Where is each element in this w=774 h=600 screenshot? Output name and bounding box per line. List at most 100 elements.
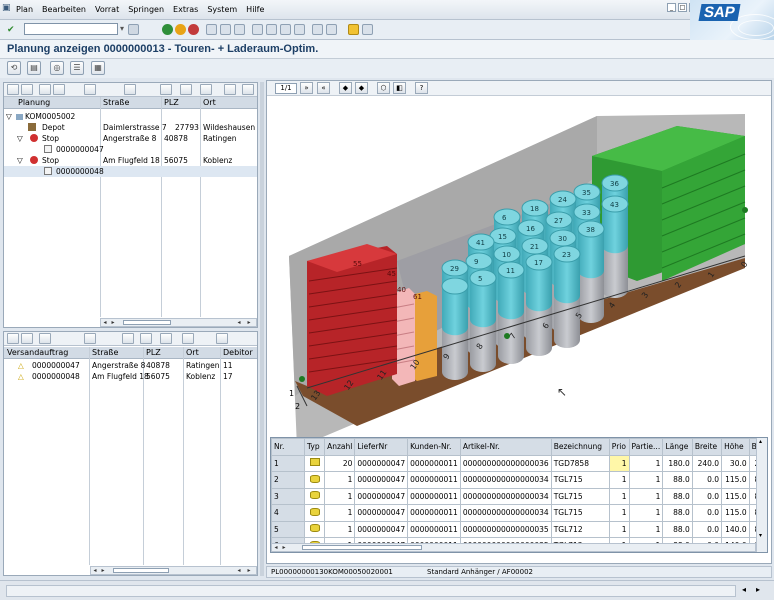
tree-row[interactable]: 0000000047 — [4, 144, 257, 155]
refresh-icon[interactable]: ⟲ — [7, 61, 21, 75]
item-cell-breite[interactable]: 240.0 — [691, 454, 723, 472]
orders-export-icon[interactable] — [216, 333, 228, 344]
item-cell-prio[interactable]: 1 — [608, 454, 630, 472]
item-cell-laenge[interactable]: 88.0 — [662, 520, 693, 538]
viewer-help-icon[interactable]: ? — [415, 82, 428, 94]
scroll-left-icon[interactable]: ◂ — [91, 567, 99, 574]
scroll-left-icon[interactable]: ◂ — [235, 319, 243, 326]
orders-horizontal-scrollbar[interactable]: ◂ ▸ ◂ ▸ — [90, 566, 257, 575]
previous-step-icon[interactable]: « — [317, 82, 330, 94]
box-view-icon[interactable]: ◧ — [393, 82, 406, 94]
orders-find-icon[interactable] — [122, 333, 134, 344]
help-icon[interactable] — [348, 24, 359, 35]
col-versandauftrag[interactable]: Versandauftrag — [7, 348, 68, 357]
item-cell-artikel[interactable]: 000000000000000034 — [459, 471, 552, 489]
previous-page-icon[interactable] — [266, 24, 277, 35]
menu-extras[interactable]: Extras — [173, 5, 198, 14]
col-ort[interactable]: Ort — [203, 98, 216, 107]
pallet-type-icon[interactable] — [303, 454, 326, 472]
col-strasse[interactable]: Straße — [92, 348, 118, 357]
shortcut-icon[interactable] — [326, 24, 337, 35]
item-cell-kunde[interactable]: 0000000011 — [407, 520, 461, 538]
item-cell-partie[interactable]: 1 — [628, 504, 664, 522]
next-step-icon[interactable]: » — [300, 82, 313, 94]
exit-icon[interactable] — [175, 24, 186, 35]
item-cell-nr[interactable]: 4 — [271, 504, 305, 522]
unload-icon[interactable]: ◆ — [355, 82, 368, 94]
scroll-right-icon[interactable]: ▸ — [245, 567, 253, 574]
orders-filter-icon[interactable] — [160, 333, 172, 344]
tree-horizontal-scrollbar[interactable]: ◂ ▸ ◂ ▸ — [100, 318, 257, 327]
menu-system[interactable]: System — [207, 5, 237, 14]
items-horizontal-scrollbar[interactable]: ◂ ▸ — [271, 543, 756, 552]
item-cell-nr[interactable]: 5 — [271, 520, 305, 538]
item-cell-prio[interactable]: 1 — [608, 487, 630, 505]
orders-assign-icon[interactable] — [84, 333, 96, 344]
item-cell-partie[interactable]: 1 — [628, 520, 664, 538]
item-cell-artikel[interactable]: 000000000000000036 — [459, 454, 552, 472]
scroll-left-icon[interactable]: ◂ — [235, 567, 243, 574]
item-cell-bez[interactable]: TGL715 — [550, 504, 610, 522]
collapse-icon[interactable]: ▽ — [6, 112, 12, 121]
tree-filter-options-icon[interactable] — [200, 84, 212, 95]
orders-print-icon[interactable] — [21, 333, 33, 344]
cylinder-type-icon[interactable] — [303, 487, 326, 505]
save-icon[interactable] — [128, 24, 139, 35]
col-laenge[interactable]: Länge — [662, 438, 693, 456]
tree-filter-icon[interactable] — [180, 84, 192, 95]
item-cell-nr[interactable]: 3 — [271, 487, 305, 505]
tree-find-icon[interactable] — [160, 84, 172, 95]
item-row[interactable]: 4 1 0000000047 0000000011 000000000000000034… — [271, 504, 767, 522]
orders-details-icon[interactable] — [7, 333, 19, 344]
col-plz[interactable]: PLZ — [146, 348, 161, 357]
new-session-icon[interactable] — [312, 24, 323, 35]
status-scroll-right-icon[interactable]: ▸ — [756, 585, 760, 594]
item-cell-liefer[interactable]: 0000000047 — [354, 504, 409, 522]
first-page-icon[interactable] — [252, 24, 263, 35]
item-cell-laenge[interactable]: 180.0 — [662, 454, 693, 472]
window-menu-icon[interactable]: ▣ — [2, 3, 12, 13]
scroll-right-icon[interactable]: ▸ — [245, 319, 253, 326]
scroll-right-icon[interactable]: ▸ — [99, 567, 107, 574]
item-cell-breite[interactable]: 0.0 — [691, 471, 723, 489]
item-cell-prio[interactable]: 1 — [608, 504, 630, 522]
item-cell-hoehe[interactable]: 140.0 — [721, 520, 750, 538]
cube-view-icon[interactable]: ⬡ — [377, 82, 390, 94]
item-cell-bez[interactable]: TGL715 — [550, 487, 610, 505]
scroll-thumb[interactable] — [302, 545, 422, 550]
item-cell-bez[interactable]: TGL712 — [550, 520, 610, 538]
item-cell-kunde[interactable]: 0000000011 — [407, 487, 461, 505]
item-cell-artikel[interactable]: 000000000000000034 — [459, 487, 552, 505]
command-field[interactable] — [24, 23, 118, 35]
tree-row[interactable]: ▽ Stop Angerstraße 8 40878 Ratingen — [4, 133, 257, 144]
item-cell-hoehe[interactable]: 30.0 — [721, 454, 750, 472]
col-strasse[interactable]: Straße — [103, 98, 129, 107]
col-debitor[interactable]: Debitor — [223, 348, 253, 357]
print-icon[interactable] — [206, 24, 217, 35]
orders-filter-options-icon[interactable] — [182, 333, 194, 344]
orders-sort-icon[interactable] — [140, 333, 152, 344]
menu-plan[interactable]: Plan — [16, 5, 33, 14]
item-row[interactable]: 5 1 0000000047 0000000011 000000000000000035… — [271, 520, 767, 538]
display-icon[interactable]: ◎ — [50, 61, 64, 75]
col-planung[interactable]: Planung — [18, 98, 50, 107]
item-cell-kunde[interactable]: 0000000011 — [407, 454, 461, 472]
maximize-icon[interactable]: □ — [678, 3, 687, 12]
col-partie[interactable]: Partie... — [628, 438, 664, 456]
item-cell-prio[interactable]: 1 — [608, 520, 630, 538]
tree-layout-icon[interactable] — [242, 84, 254, 95]
tree-row[interactable]: Depot Daimlerstrasse 7 27793 Wildeshause… — [4, 122, 257, 133]
scroll-thumb[interactable] — [113, 568, 169, 573]
command-dropdown-icon[interactable]: ▾ — [120, 24, 124, 33]
cylinder-type-icon[interactable] — [303, 520, 326, 538]
layout-menu-icon[interactable] — [362, 24, 373, 35]
item-cell-liefer[interactable]: 0000000047 — [354, 471, 409, 489]
col-typ[interactable]: Typ — [303, 438, 326, 456]
cylinder-type-icon[interactable] — [303, 504, 326, 522]
item-cell-anzahl[interactable]: 1 — [324, 504, 356, 522]
item-cell-artikel[interactable]: 000000000000000035 — [459, 520, 552, 538]
item-cell-kunde[interactable]: 0000000011 — [407, 504, 461, 522]
item-cell-anzahl[interactable]: 1 — [324, 487, 356, 505]
item-cell-kunde[interactable]: 0000000011 — [407, 471, 461, 489]
item-cell-nr[interactable]: 2 — [271, 471, 305, 489]
